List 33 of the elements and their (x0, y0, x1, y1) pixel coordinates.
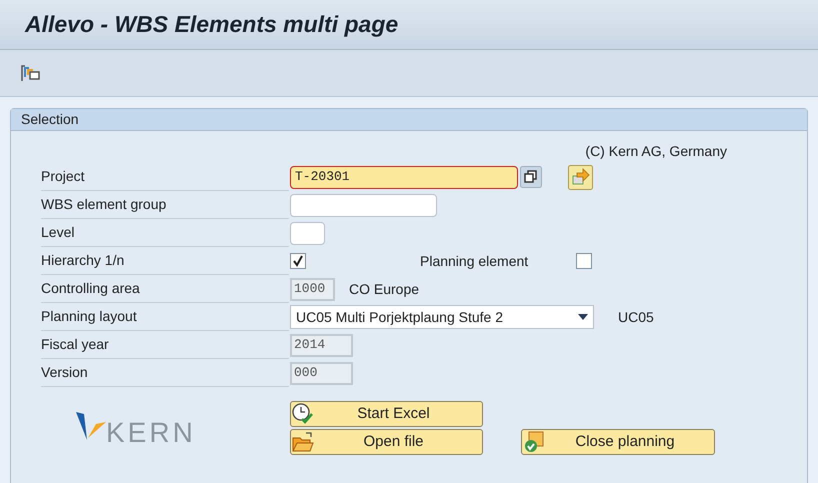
dropdown-field[interactable]: UC05 Multi Porjektplaung Stufe 2 (290, 305, 594, 329)
field-label: Version (41, 363, 88, 382)
display-field: 1000 (290, 278, 335, 300)
checkbox[interactable] (576, 253, 592, 269)
clock-check-icon (292, 403, 314, 425)
folder-icon (292, 431, 314, 453)
field-label: Planning layout (41, 307, 137, 326)
field-label: Level (41, 223, 74, 242)
checkbox[interactable] (290, 253, 306, 269)
action-button[interactable]: Start Excel (290, 401, 483, 427)
field-label: Fiscal year (41, 335, 109, 354)
description-text: UC05 (618, 308, 654, 326)
description-text: CO Europe (349, 280, 420, 299)
caret-icon (578, 314, 588, 320)
action-button[interactable]: Close planning (521, 429, 715, 455)
field-label: Controlling area (41, 279, 140, 298)
value-help-icon[interactable] (520, 166, 542, 188)
action-button[interactable]: Open file (290, 429, 483, 455)
field-label: Project (41, 167, 85, 186)
field-label: Hierarchy 1/n (41, 251, 124, 270)
display-field: 2014 (290, 334, 353, 356)
input-field[interactable] (290, 194, 437, 216)
checkbox-label: Planning element (420, 252, 530, 271)
kern-logo: KERN (76, 410, 216, 446)
field-label: WBS element group (41, 195, 166, 214)
display-field: 000 (290, 362, 353, 384)
window-title: Allevo - WBS Elements multi page (25, 10, 398, 40)
group-title: Selection (21, 110, 79, 129)
document-check-icon (523, 431, 545, 453)
copyright-text: (C) Kern AG, Germany (585, 142, 727, 161)
input-field[interactable] (290, 222, 325, 244)
input-field[interactable]: T-20301 (290, 166, 518, 188)
copy-icon[interactable] (20, 63, 42, 83)
